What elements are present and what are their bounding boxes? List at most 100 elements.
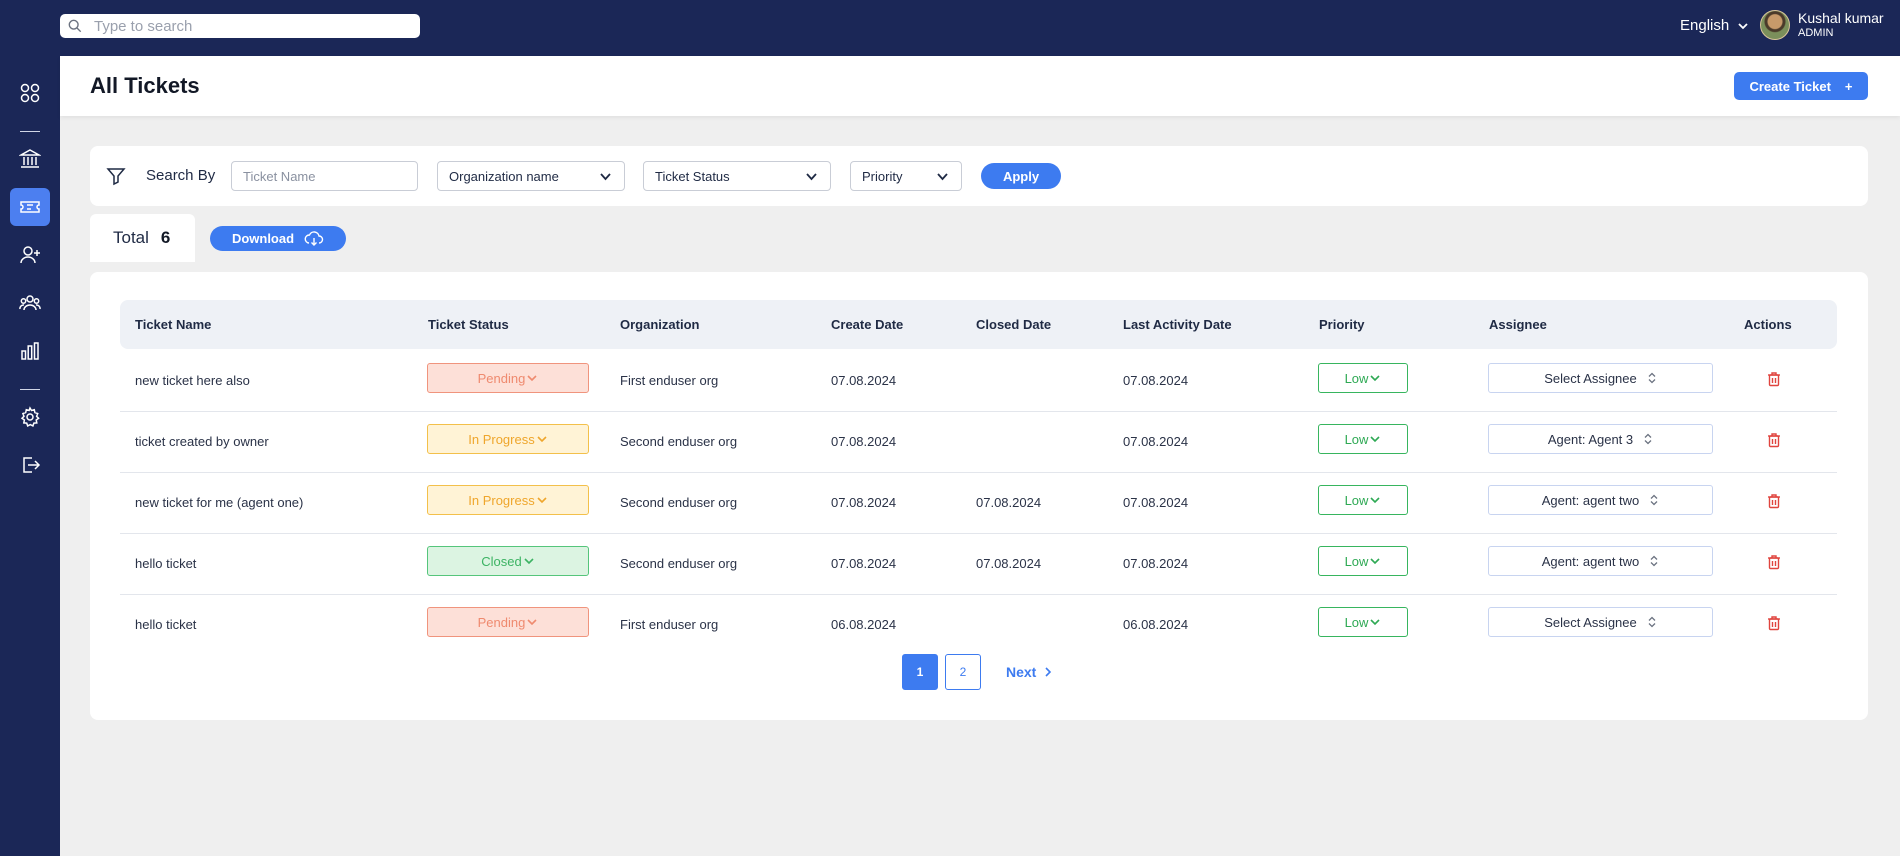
priority-dropdown[interactable]: Low <box>1318 546 1408 576</box>
table-row[interactable]: hello ticket Pending First enduser org 06.0… <box>120 595 1837 656</box>
priority-dropdown[interactable]: Low <box>1318 424 1408 454</box>
status-dropdown[interactable]: In Progress <box>427 424 589 454</box>
sort-arrows-icon <box>1650 494 1658 506</box>
table-row[interactable]: new ticket here also Pending First enduser… <box>120 351 1837 412</box>
assignee-label: Select Assignee <box>1544 370 1637 386</box>
assignee-select[interactable]: Select Assignee <box>1488 363 1713 393</box>
page-button-1[interactable]: 1 <box>902 654 938 690</box>
col-header-priority[interactable]: Priority <box>1319 317 1365 332</box>
status-dropdown[interactable]: In Progress <box>427 485 589 515</box>
trash-icon[interactable] <box>1766 432 1782 448</box>
assignee-select[interactable]: Agent: agent two <box>1488 546 1713 576</box>
assignee-select[interactable]: Agent: Agent 3 <box>1488 424 1713 454</box>
cell-create-date: 07.08.2024 <box>831 373 897 388</box>
chevron-down-icon <box>1370 558 1380 565</box>
plus-icon: + <box>1844 78 1853 94</box>
assignee-select[interactable]: Select Assignee <box>1488 607 1713 637</box>
sidebar-item-organizations[interactable] <box>10 140 50 178</box>
user-menu[interactable]: Kushal kumar ADMIN <box>1760 10 1884 40</box>
total-label: Total <box>113 228 149 247</box>
language-label: English <box>1680 17 1730 34</box>
cell-ticket-name[interactable]: hello ticket <box>135 617 196 632</box>
status-dropdown[interactable]: Closed <box>427 546 589 576</box>
create-ticket-button[interactable]: Create Ticket + <box>1734 72 1868 100</box>
sidebar-item-add-user[interactable] <box>10 236 50 274</box>
ticket-status-select[interactable]: Ticket Status <box>643 161 831 191</box>
tickets-table: Ticket Name Ticket Status Organization C… <box>90 272 1868 720</box>
page-button-2[interactable]: 2 <box>945 654 981 690</box>
sidebar-item-tickets[interactable] <box>10 188 50 226</box>
filter-icon[interactable] <box>106 166 126 186</box>
col-header-ticket-status[interactable]: Ticket Status <box>428 317 509 332</box>
trash-icon[interactable] <box>1766 615 1782 631</box>
search-box[interactable] <box>60 14 420 38</box>
cell-ticket-name[interactable]: ticket created by owner <box>135 434 269 449</box>
sidebar-divider <box>20 389 40 390</box>
avatar[interactable] <box>1760 10 1790 40</box>
trash-icon[interactable] <box>1766 371 1782 387</box>
col-header-create-date[interactable]: Create Date <box>831 317 903 332</box>
status-dropdown[interactable]: Pending <box>427 363 589 393</box>
chevron-down-icon <box>1370 436 1380 443</box>
table-row[interactable]: ticket created by owner In Progress Second… <box>120 412 1837 473</box>
cloud-download-icon <box>304 230 324 246</box>
next-label: Next <box>1006 664 1037 680</box>
total-counter: Total 6 <box>90 214 195 262</box>
ticket-name-input[interactable] <box>231 161 418 191</box>
chevron-down-icon <box>527 619 537 626</box>
status-label: In Progress <box>468 431 535 447</box>
grid-icon <box>20 83 40 103</box>
next-page-link[interactable]: Next <box>1006 664 1052 680</box>
col-header-assignee[interactable]: Assignee <box>1489 317 1547 332</box>
sidebar-item-logout[interactable] <box>10 446 50 484</box>
sidebar-item-settings[interactable] <box>10 398 50 436</box>
assignee-select[interactable]: Agent: agent two <box>1488 485 1713 515</box>
search-input[interactable] <box>94 17 394 35</box>
logout-icon <box>23 457 41 473</box>
cell-create-date: 06.08.2024 <box>831 617 897 632</box>
cell-last-activity: 06.08.2024 <box>1123 617 1189 632</box>
cell-ticket-name[interactable]: hello ticket <box>135 556 196 571</box>
sidebar-item-dashboard[interactable] <box>10 74 50 112</box>
assignee-label: Agent: agent two <box>1541 553 1640 569</box>
assignee-label: Agent: Agent 3 <box>1547 431 1634 447</box>
search-icon <box>68 19 82 33</box>
sort-arrows-icon <box>1650 555 1658 567</box>
col-header-last-activity[interactable]: Last Activity Date <box>1123 317 1232 332</box>
priority-dropdown[interactable]: Low <box>1318 485 1408 515</box>
cell-organization: First enduser org <box>620 617 719 632</box>
table-row[interactable]: new ticket for me (agent one) In Progress… <box>120 473 1837 534</box>
status-dropdown[interactable]: Pending <box>427 607 589 637</box>
priority-select[interactable]: Priority <box>850 161 962 191</box>
priority-dropdown[interactable]: Low <box>1318 607 1408 637</box>
chevron-down-icon <box>527 375 537 382</box>
language-selector[interactable]: English <box>1680 17 1749 34</box>
bar-chart-icon <box>21 342 39 360</box>
chevron-down-icon <box>600 172 611 180</box>
users-icon <box>19 295 41 311</box>
col-header-ticket-name[interactable]: Ticket Name <box>135 317 211 332</box>
sort-arrows-icon <box>1644 433 1652 445</box>
sidebar <box>0 56 60 856</box>
sidebar-divider <box>20 131 40 132</box>
cell-ticket-name[interactable]: new ticket here also <box>135 373 250 388</box>
priority-dropdown[interactable]: Low <box>1318 363 1408 393</box>
col-header-closed-date[interactable]: Closed Date <box>976 317 1051 332</box>
sidebar-item-team[interactable] <box>10 284 50 322</box>
trash-icon[interactable] <box>1766 554 1782 570</box>
col-header-organization[interactable]: Organization <box>620 317 699 332</box>
download-button[interactable]: Download <box>210 226 346 251</box>
chevron-down-icon <box>1738 22 1748 29</box>
table-row[interactable]: hello ticket Closed Second enduser org 07.0… <box>120 534 1837 595</box>
priority-label: Low <box>1344 492 1369 508</box>
cell-ticket-name[interactable]: new ticket for me (agent one) <box>135 495 303 510</box>
cell-organization: First enduser org <box>620 373 719 388</box>
assignee-label: Agent: agent two <box>1541 492 1640 508</box>
apply-button[interactable]: Apply <box>981 163 1061 189</box>
organization-select[interactable]: Organization name <box>437 161 625 191</box>
total-count: 6 <box>160 228 171 247</box>
status-label: Pending <box>477 614 526 630</box>
sidebar-item-reports[interactable] <box>10 332 50 370</box>
trash-icon[interactable] <box>1766 493 1782 509</box>
chevron-down-icon <box>1370 619 1380 626</box>
